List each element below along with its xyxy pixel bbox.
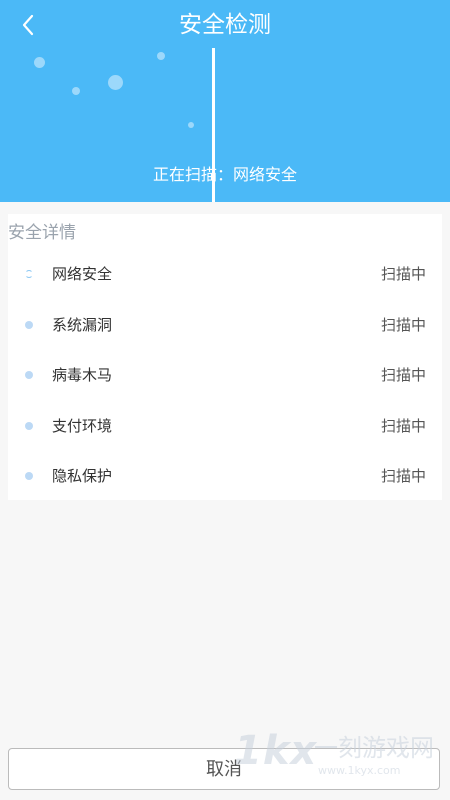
pending-dot-icon bbox=[25, 321, 33, 329]
pending-dot-icon bbox=[25, 371, 33, 379]
pending-dot-icon bbox=[25, 472, 33, 480]
list-item: 系统漏洞 扫描中 bbox=[8, 300, 442, 350]
item-name: 隐私保护 bbox=[52, 467, 113, 485]
scan-status: 正在扫描：网络安全 bbox=[0, 163, 450, 187]
item-status: 扫描中 bbox=[380, 417, 426, 435]
scan-header: 安全检测 正在扫描：网络安全 bbox=[0, 0, 450, 202]
item-status: 扫描中 bbox=[380, 316, 426, 334]
bubble-decoration bbox=[34, 57, 45, 68]
bubble-decoration bbox=[157, 52, 165, 60]
item-name: 网络安全 bbox=[52, 265, 113, 283]
section-title: 安全详情 bbox=[8, 223, 76, 243]
item-name: 病毒木马 bbox=[52, 366, 113, 384]
item-status: 扫描中 bbox=[380, 467, 426, 485]
list-item: 病毒木马 扫描中 bbox=[8, 350, 442, 400]
cancel-button[interactable]: 取消 bbox=[8, 748, 440, 790]
bubble-decoration bbox=[108, 75, 123, 90]
bubble-decoration bbox=[72, 87, 80, 95]
list-item: 隐私保护 扫描中 bbox=[8, 451, 442, 501]
item-name: 支付环境 bbox=[52, 417, 113, 435]
scanning-icon bbox=[25, 270, 33, 278]
list-item: 支付环境 扫描中 bbox=[8, 401, 442, 451]
security-details-card: 安全详情 网络安全 扫描中 系统漏洞 扫描中 病毒木马 扫描中 支付环境 扫描中… bbox=[8, 214, 442, 500]
scan-status-target: 网络安全 bbox=[233, 165, 298, 184]
item-status: 扫描中 bbox=[380, 366, 426, 384]
list-item: 网络安全 扫描中 bbox=[8, 249, 442, 299]
item-status: 扫描中 bbox=[380, 265, 426, 283]
bubble-decoration bbox=[188, 122, 194, 128]
scan-status-label: 正在扫描： bbox=[152, 165, 233, 184]
page-title: 安全检测 bbox=[179, 12, 271, 38]
item-name: 系统漏洞 bbox=[52, 316, 113, 334]
pending-dot-icon bbox=[25, 422, 33, 430]
